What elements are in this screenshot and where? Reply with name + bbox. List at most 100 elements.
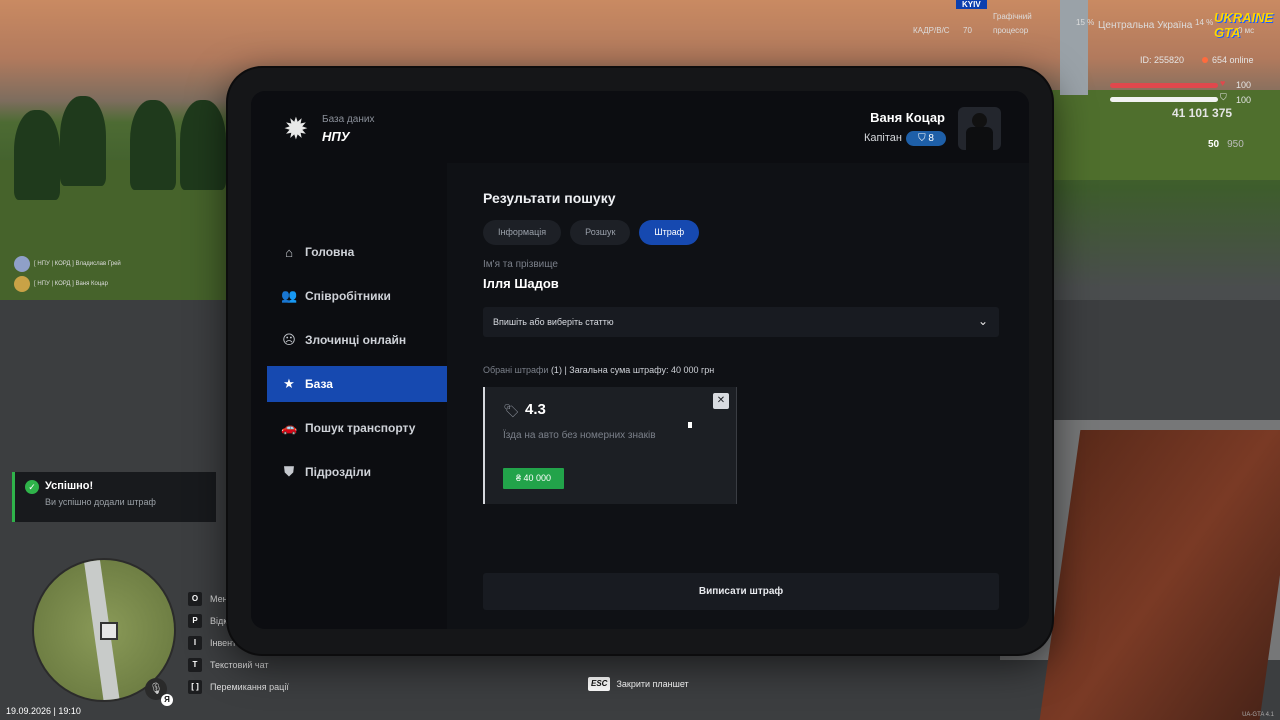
tab-bar: Інформація Розшук Штраф (483, 220, 700, 245)
health-value: 100 (1236, 80, 1252, 90)
hud-cpu-label: процесор (993, 26, 1029, 35)
sidebar-item-label: Пошук транспорту (305, 421, 416, 435)
fine-article-code: 4.3 (525, 401, 546, 418)
sidebar-item-home[interactable]: ⌂ Головна (267, 234, 447, 270)
health-bar (1110, 83, 1218, 88)
feed-item: [ НПУ | КОРД ] Ваня Коцар (14, 276, 108, 292)
close-icon: ✕ (716, 395, 726, 406)
shield-icon: ⛊ (284, 464, 294, 479)
key-cap: O (188, 592, 202, 606)
keybind-label: Мен (210, 594, 228, 604)
keybind-label: Відк (210, 616, 228, 626)
users-icon: 👥 (281, 288, 298, 303)
ammo-display: 50 950 (1208, 139, 1244, 150)
fine-description: Їзда на авто без номерних знаків (503, 430, 656, 441)
online-count: 654 online (1202, 55, 1254, 65)
user-name: Ваня Коцар (870, 110, 945, 125)
page-title: Результати пошуку (483, 190, 616, 206)
checkmark-icon: ✓ (25, 480, 39, 494)
rank-level-badge: ⛉ 8 (906, 131, 946, 146)
success-toast: ✓ Успішно! Ви успішно додали штраф (12, 472, 216, 522)
rank-level: 8 (928, 133, 934, 144)
name-field-value: Ілля Шадов (483, 276, 559, 291)
keybind-row: [ ] Перемикання рації (188, 676, 289, 698)
avatar-body (966, 127, 993, 150)
hud-fps-label: КАДР/В/С (913, 26, 950, 35)
ammo-reserve: 950 (1227, 139, 1244, 150)
hud-region-percent: 14 % (1195, 18, 1214, 27)
keybind-label: Текстовий чат (210, 660, 269, 670)
armor-shield-icon: ⛉ (1220, 92, 1227, 102)
mouse-cursor-icon (688, 422, 692, 428)
sidebar-item-label: База (305, 377, 333, 391)
sidebar-nav: ⌂ Головна 👥 Співробітники ☹ Злочинці онлайн… (267, 234, 447, 498)
brand-title: НПУ (322, 129, 350, 144)
article-select[interactable]: Впишіть або виберіть статтю ⌄ (483, 307, 999, 337)
shield-icon: ⛉ (918, 133, 929, 144)
background-tree (14, 110, 60, 200)
tab-information[interactable]: Інформація (483, 220, 562, 245)
sidebar-item-units[interactable]: ⛊ Підрозділи (267, 454, 447, 490)
name-field-label: Ім'я та прізвище (483, 259, 558, 270)
fines-summary: Обрані штрафи (1) | Загальна сума штрафу… (483, 365, 714, 375)
sidebar-item-criminals-online[interactable]: ☹ Злочинці онлайн (267, 322, 447, 358)
close-tablet-label: Закрити планшет (616, 679, 689, 689)
tablet-screen: ✹ База даних НПУ ⌂ Головна 👥 Співробітники… (251, 91, 1029, 629)
brand-subtitle: База даних (322, 114, 375, 125)
car-icon: 🚗 (281, 420, 298, 435)
issue-fine-button[interactable]: Виписати штраф (483, 573, 999, 610)
version-label: UA-GTA 4.1 (1242, 712, 1274, 718)
sidebar-item-label: Головна (305, 245, 355, 259)
player-id: ID: 255820 (1140, 55, 1185, 65)
toast-message: Ви успішно додали штраф (45, 497, 156, 507)
avatar-head (972, 113, 987, 128)
background-rusty-ramp (1039, 430, 1280, 720)
close-tablet-hint: ESC Закрити планшет (588, 677, 689, 691)
feed-text: [ НПУ | КОРД ] Ваня Коцар (34, 281, 108, 287)
tag-icon: 🏷 (503, 403, 520, 418)
hud-fps-value: 70 (963, 26, 972, 35)
background-pillar (1060, 0, 1088, 95)
feed-item: [ НПУ | КОРД ] Владислав Грей (14, 256, 121, 272)
road-sign: KYIV (956, 0, 987, 9)
hud-percent: 15 % (1076, 18, 1095, 27)
keybind-row: T Текстовий чат (188, 654, 289, 676)
avatar (958, 107, 1001, 150)
police-star-logo-icon: ✹ (283, 113, 309, 146)
sidebar-item-label: Підрозділи (305, 465, 371, 479)
user-rank: Капітан (863, 132, 902, 144)
key-cap: P (188, 614, 202, 628)
sidebar: ✹ База даних НПУ ⌂ Головна 👥 Співробітники… (251, 91, 447, 629)
armor-value: 100 (1236, 95, 1252, 105)
armor-bar (1110, 97, 1218, 102)
key-cap: [ ] (188, 680, 202, 694)
player-marker-icon (100, 622, 118, 640)
key-cap: I (188, 636, 202, 650)
chevron-down-icon: ⌄ (977, 314, 988, 328)
money-value: 41 101 375 (1172, 106, 1233, 120)
home-icon: ⌂ (285, 244, 293, 260)
ammo-value: 50 (1208, 139, 1220, 150)
police-badge-icon (14, 256, 30, 272)
tab-fine[interactable]: Штраф (639, 220, 700, 245)
background-tree (130, 100, 176, 190)
sidebar-item-label: Співробітники (305, 289, 391, 303)
criminal-icon: ☹ (282, 332, 296, 347)
hud-region: Центральна Україна (1098, 20, 1193, 31)
tab-wanted[interactable]: Розшук (570, 220, 631, 245)
fines-summary-label: Обрані штрафи (483, 365, 549, 375)
background-tree (60, 96, 106, 186)
sidebar-item-label: Злочинці онлайн (305, 333, 407, 347)
heart-icon: ♥ (1220, 78, 1226, 88)
sidebar-item-employees[interactable]: 👥 Співробітники (267, 278, 447, 314)
esc-key-cap: ESC (588, 677, 611, 691)
topbar: Ваня Коцар Капітан ⛉ 8 (447, 91, 1029, 163)
keybind-label: Інвент (210, 638, 237, 648)
toast-title: Успішно! (45, 480, 94, 492)
voice-key-badge: Я (161, 694, 173, 706)
sidebar-item-database[interactable]: ★ База (267, 366, 447, 402)
star-icon: ★ (283, 376, 295, 391)
feed-text: [ НПУ | КОРД ] Владислав Грей (34, 261, 121, 267)
remove-fine-button[interactable]: ✕ (713, 393, 729, 409)
sidebar-item-vehicle-search[interactable]: 🚗 Пошук транспорту (267, 410, 447, 446)
